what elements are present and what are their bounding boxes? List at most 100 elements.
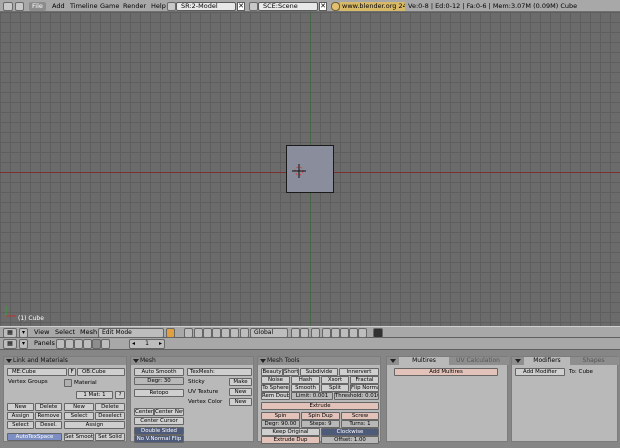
script-icon[interactable]	[65, 339, 74, 349]
snap-icon[interactable]	[358, 328, 367, 338]
collapse-menus-icon[interactable]	[15, 2, 24, 11]
editor-type-icon[interactable]: ▦	[3, 328, 17, 338]
set-smooth-button[interactable]: Set Smooth	[64, 433, 94, 441]
manipulator-icon[interactable]	[240, 328, 249, 338]
material-delete-button[interactable]: Delete	[95, 403, 125, 411]
scene-icon[interactable]	[101, 339, 110, 349]
tab-uv-calculation[interactable]: UV Calculation	[449, 357, 507, 365]
sticky-make-button[interactable]: Make	[229, 378, 252, 386]
multires-collapse-icon[interactable]	[389, 357, 397, 365]
steps-field[interactable]: Steps: 9	[301, 420, 340, 428]
subdivide-button[interactable]: Subdivide	[300, 368, 338, 376]
innervert-button[interactable]: Innervert	[339, 368, 379, 376]
beauty-toggle[interactable]: Beauty	[261, 368, 283, 376]
vgroup-assign-button[interactable]: Assign	[7, 412, 34, 420]
proportional-icon[interactable]	[300, 328, 309, 338]
face-select-icon[interactable]	[331, 328, 340, 338]
vgroup-select-button[interactable]: Select	[7, 421, 34, 429]
mesh-datablock-field[interactable]: ME:Cube	[7, 368, 67, 376]
menu-game[interactable]: Game	[100, 2, 119, 11]
screen-field[interactable]: SR:2-Model	[176, 2, 236, 11]
flip-normals-button[interactable]: Flip Normals	[350, 384, 379, 392]
vgroup-new-button[interactable]: New	[7, 403, 34, 411]
smooth-button[interactable]: Smooth	[291, 384, 320, 392]
object-datablock-field[interactable]: OB:Cube	[77, 368, 125, 376]
translate-icon[interactable]	[212, 328, 221, 338]
extrude-dup-button[interactable]: Extrude Dup	[261, 436, 320, 444]
buttons-editor-type-icon[interactable]: ▦	[3, 339, 17, 349]
uv-texture-new-button[interactable]: New	[229, 388, 252, 396]
to-sphere-button[interactable]: To Sphere	[261, 384, 290, 392]
short-toggle[interactable]: Short	[283, 368, 299, 376]
occlude-icon[interactable]	[340, 328, 349, 338]
shading-icon[interactable]	[74, 339, 83, 349]
3d-viewport[interactable]: (1) Cube	[0, 12, 620, 326]
center-button[interactable]: Center	[134, 408, 154, 416]
keep-original-toggle[interactable]: Keep Original	[261, 428, 320, 436]
menu-file[interactable]: File	[29, 2, 46, 11]
mode-select[interactable]: Edit Mode	[98, 328, 164, 338]
editing-icon[interactable]	[92, 339, 101, 349]
material-select-button[interactable]: Select	[64, 412, 94, 420]
tab-shapes[interactable]: Shapes	[570, 357, 617, 365]
window-type-icon[interactable]	[3, 2, 13, 11]
auto-smooth-degree-field[interactable]: Degr: 30	[134, 377, 184, 385]
logic-icon[interactable]	[56, 339, 65, 349]
menu-select[interactable]: Select	[55, 328, 75, 337]
center-new-button[interactable]: Center New	[154, 408, 184, 416]
spin-button[interactable]: Spin	[261, 412, 300, 420]
scene-field[interactable]: SCE:Scene	[258, 2, 318, 11]
threshold-field[interactable]: Threshold: 0.010	[334, 392, 379, 400]
modifiers-collapse-icon[interactable]	[514, 357, 522, 365]
material-help-button[interactable]: ?	[115, 391, 125, 399]
scale-icon[interactable]	[230, 328, 239, 338]
scene-delete-icon[interactable]: ✕	[319, 2, 327, 11]
collapse-icon[interactable]: ▾	[19, 328, 28, 338]
fake-user-button[interactable]: F	[68, 368, 76, 376]
add-multires-button[interactable]: Add Multires	[394, 368, 498, 376]
tab-modifiers[interactable]: Modifiers	[524, 357, 570, 365]
limit-field[interactable]: Limit: 0.001	[291, 392, 333, 400]
clockwise-toggle[interactable]: Clockwise	[321, 428, 379, 436]
edge-select-icon[interactable]	[322, 328, 331, 338]
vgroup-deselect-button[interactable]: Desel.	[35, 421, 62, 429]
xsort-button[interactable]: Xsort	[321, 376, 349, 384]
material-new-button[interactable]: New	[64, 403, 94, 411]
split-button[interactable]: Split	[321, 384, 349, 392]
double-sided-toggle[interactable]: Double Sided	[134, 427, 184, 435]
vertex-color-new-button[interactable]: New	[229, 398, 252, 406]
spin-dup-button[interactable]: Spin Dup	[301, 412, 340, 420]
menu-render[interactable]: Render	[123, 2, 146, 11]
offset-field[interactable]: Offset: 1.00	[321, 436, 379, 444]
vertex-select-icon[interactable]	[311, 328, 320, 338]
vgroup-remove-button[interactable]: Remove	[35, 412, 62, 420]
screw-button[interactable]: Screw	[341, 412, 379, 420]
vgroup-delete-button[interactable]: Delete	[35, 403, 62, 411]
add-modifier-button[interactable]: Add Modifier	[515, 368, 565, 376]
screen-delete-icon[interactable]: ✕	[237, 2, 245, 11]
scene-browse-icon[interactable]	[249, 2, 258, 11]
material-color-swatch[interactable]	[64, 379, 72, 387]
retopo-toggle[interactable]: Retopo	[134, 389, 184, 397]
link-materials-title[interactable]: Link and Materials	[4, 357, 126, 365]
material-deselect-button[interactable]: Deselect	[95, 412, 125, 420]
fractal-button[interactable]: Fractal	[350, 376, 379, 384]
buttons-collapse-icon[interactable]: ▾	[19, 339, 28, 349]
screen-browse-icon[interactable]	[167, 2, 176, 11]
layer-icon[interactable]	[291, 328, 300, 338]
menu-mesh[interactable]: Mesh	[80, 328, 97, 337]
menu-add[interactable]: Add	[52, 2, 65, 11]
hand-icon[interactable]	[203, 328, 212, 338]
center-cursor-button[interactable]: Center Cursor	[134, 417, 184, 425]
tab-multires[interactable]: Multires	[399, 357, 449, 365]
material-index-field[interactable]: 1 Mat: 1	[76, 391, 113, 399]
auto-smooth-toggle[interactable]: Auto Smooth	[134, 368, 184, 376]
frame-field[interactable]: ◂ 1 ▸	[129, 339, 165, 349]
object-icon[interactable]	[83, 339, 92, 349]
render-icon[interactable]	[373, 328, 383, 338]
no-vnormal-flip-toggle[interactable]: No V.Normal Flip	[134, 435, 184, 443]
hash-button[interactable]: Hash	[291, 376, 320, 384]
rotate-icon[interactable]	[221, 328, 230, 338]
texmesh-field[interactable]: TexMesh:	[187, 368, 252, 376]
degr-field[interactable]: Degr: 90.00	[261, 420, 300, 428]
